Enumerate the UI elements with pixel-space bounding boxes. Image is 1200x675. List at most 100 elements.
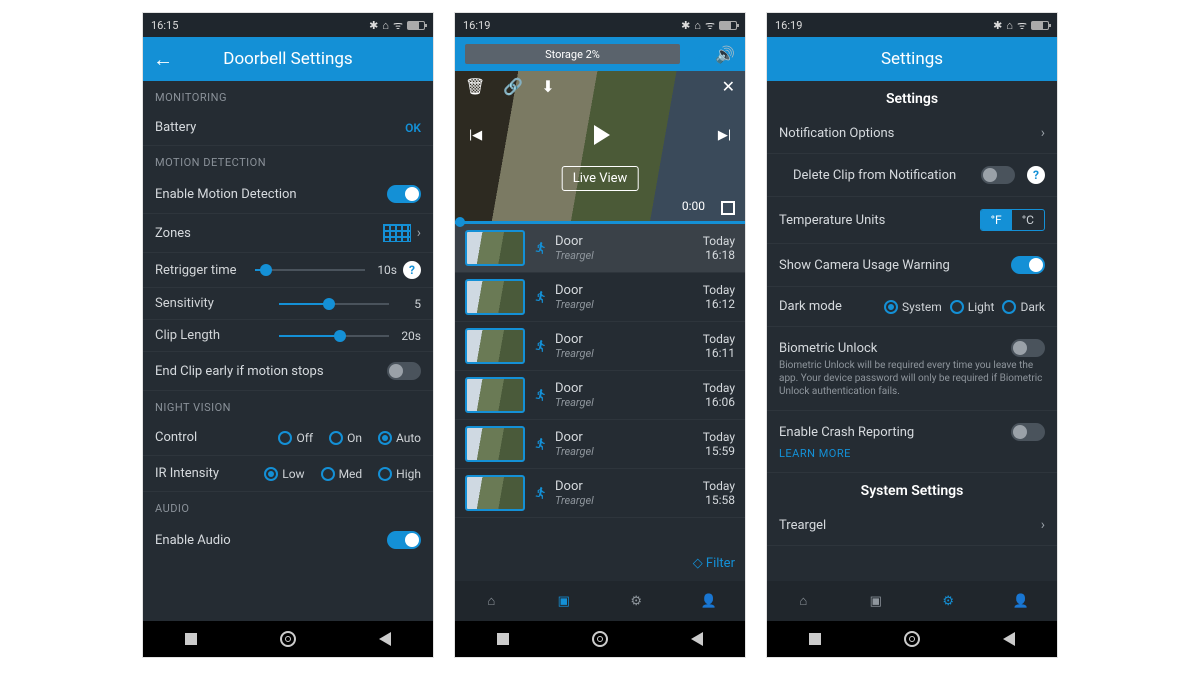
clip-item[interactable]: DoorTreargel Today15:59 [455,420,745,469]
clip-day: Today [703,381,735,395]
clip-item[interactable]: DoorTreargel Today16:18 [455,224,745,273]
row-sensitivity: Sensitivity 5 [143,288,433,320]
motion-icon [533,436,547,452]
nav-home-icon[interactable] [280,631,296,647]
settings-content: Settings Notification Options › Delete C… [767,81,1057,621]
help-button[interactable]: ? [1027,166,1045,184]
help-button[interactable]: ? [403,261,421,279]
row-battery[interactable]: Battery OK [143,110,433,146]
toggle-endclip[interactable] [387,362,421,380]
nav-back-icon[interactable] [691,632,703,646]
video-timer: 0:00 [682,199,705,213]
trash-icon[interactable]: 🗑 [465,77,485,96]
slider-cliplength[interactable] [279,335,389,337]
row-nv-control: Control Off On Auto [143,420,433,456]
radio-dark-system[interactable]: System [884,300,942,314]
tab-settings-icon[interactable]: ⚙ [626,591,646,611]
clip-location: Door [555,283,695,298]
clip-item[interactable]: DoorTreargel Today16:06 [455,371,745,420]
toggle-enable-motion[interactable] [387,185,421,203]
clip-item[interactable]: DoorTreargel Today16:11 [455,322,745,371]
tab-clips-icon[interactable]: ▣ [866,591,886,611]
section-night: NIGHT VISION [143,391,433,420]
toggle-cam-warning[interactable] [1011,256,1045,274]
close-icon[interactable]: ✕ [722,77,735,96]
segment-temp-units[interactable]: °F °C [980,209,1045,231]
chevron-right-icon: › [1041,125,1045,141]
download-icon[interactable]: ⬇ [541,77,554,96]
radio-nv-on[interactable]: On [329,431,362,445]
chevron-down-icon[interactable]: ⌄ [690,44,705,65]
video-player[interactable]: 🗑 🔗 ⬇ ✕ |◀ ▶| Live View 0:00 [455,71,745,221]
clip-time: 15:59 [705,444,735,458]
status-time: 16:15 [151,19,178,32]
phone-doorbell-settings: 16:15 ✱⌂ᯤ ← Doorbell Settings MONITORING… [142,12,434,658]
storage-bar[interactable]: Storage 2% [465,44,680,64]
toggle-crash[interactable] [1011,423,1045,441]
slider-sensitivity[interactable] [279,303,389,305]
clip-time: 16:06 [705,395,735,409]
radio-ir-med[interactable]: Med [321,467,363,481]
slider-retrigger[interactable] [255,269,365,271]
seg-c[interactable]: °C [1012,210,1044,230]
clip-thumbnail [465,475,525,511]
radio-dark-dark[interactable]: Dark [1002,300,1045,314]
speaker-icon[interactable]: 🔊 [715,45,735,64]
nav-back-icon[interactable] [1003,632,1015,646]
tab-home-icon[interactable]: ⌂ [481,591,501,611]
tab-home-icon[interactable]: ⌂ [793,591,813,611]
row-retrigger: Retrigger time 10s ? [143,253,433,288]
clip-time: 16:12 [705,297,735,311]
radio-dark-light[interactable]: Light [950,300,995,314]
section-motion: MOTION DETECTION [143,146,433,175]
tab-clips-icon[interactable]: ▣ [554,591,574,611]
nav-home-icon[interactable] [592,631,608,647]
clip-item[interactable]: DoorTreargel Today16:12 [455,273,745,322]
radio-nv-auto[interactable]: Auto [378,431,421,445]
seg-f[interactable]: °F [981,210,1012,230]
share-icon[interactable]: 🔗 [503,77,523,96]
row-system-item[interactable]: Treargel › [767,505,1057,546]
battery-value: OK [405,121,421,135]
row-enable-audio: Enable Audio [143,521,433,549]
nav-recent-icon[interactable] [185,633,197,645]
next-clip-icon[interactable]: ▶| [718,128,731,143]
clip-time: 16:11 [705,346,735,360]
phone-app-settings: 16:19 ✱⌂ᯤ Settings Settings Notification… [766,12,1058,658]
toggle-delete-clip[interactable] [981,166,1015,184]
row-delete-clip-notif: Delete Clip from Notification ? [767,154,1057,197]
row-temp-units: Temperature Units °F °C [767,197,1057,244]
tab-account-icon[interactable]: 👤 [1011,591,1031,611]
live-view-button[interactable]: Live View [562,166,639,191]
toggle-biometric[interactable] [1011,339,1045,357]
scrubber[interactable] [455,221,745,224]
back-icon[interactable]: ← [153,47,173,72]
clip-time: 16:18 [705,248,735,262]
tab-settings-icon[interactable]: ⚙ [938,591,958,611]
app-bar: ← Doorbell Settings [143,37,433,81]
fullscreen-icon[interactable] [721,201,735,215]
clip-day: Today [703,332,735,346]
tab-account-icon[interactable]: 👤 [699,591,719,611]
radio-ir-low[interactable]: Low [264,467,304,481]
nav-recent-icon[interactable] [497,633,509,645]
motion-icon [533,240,547,256]
nav-home-icon[interactable] [904,631,920,647]
prev-clip-icon[interactable]: |◀ [469,128,482,143]
play-icon[interactable] [594,125,610,145]
clip-item[interactable]: DoorTreargel Today15:58 [455,469,745,518]
android-nav [455,621,745,657]
clip-list: DoorTreargel Today16:18 DoorTreargel Tod… [455,224,745,546]
nav-back-icon[interactable] [379,632,391,646]
clip-location: Door [555,479,695,494]
radio-ir-high[interactable]: High [378,467,421,481]
filter-button[interactable]: ◇ Filter [455,546,745,581]
nav-recent-icon[interactable] [809,633,821,645]
row-zones[interactable]: Zones › [143,214,433,253]
row-enable-motion: Enable Motion Detection [143,175,433,214]
row-notification-options[interactable]: Notification Options › [767,113,1057,154]
learn-more-link[interactable]: LEARN MORE [779,447,1045,460]
radio-nv-off[interactable]: Off [278,431,313,445]
toggle-enable-audio[interactable] [387,531,421,549]
clip-camera: Treargel [555,347,695,360]
